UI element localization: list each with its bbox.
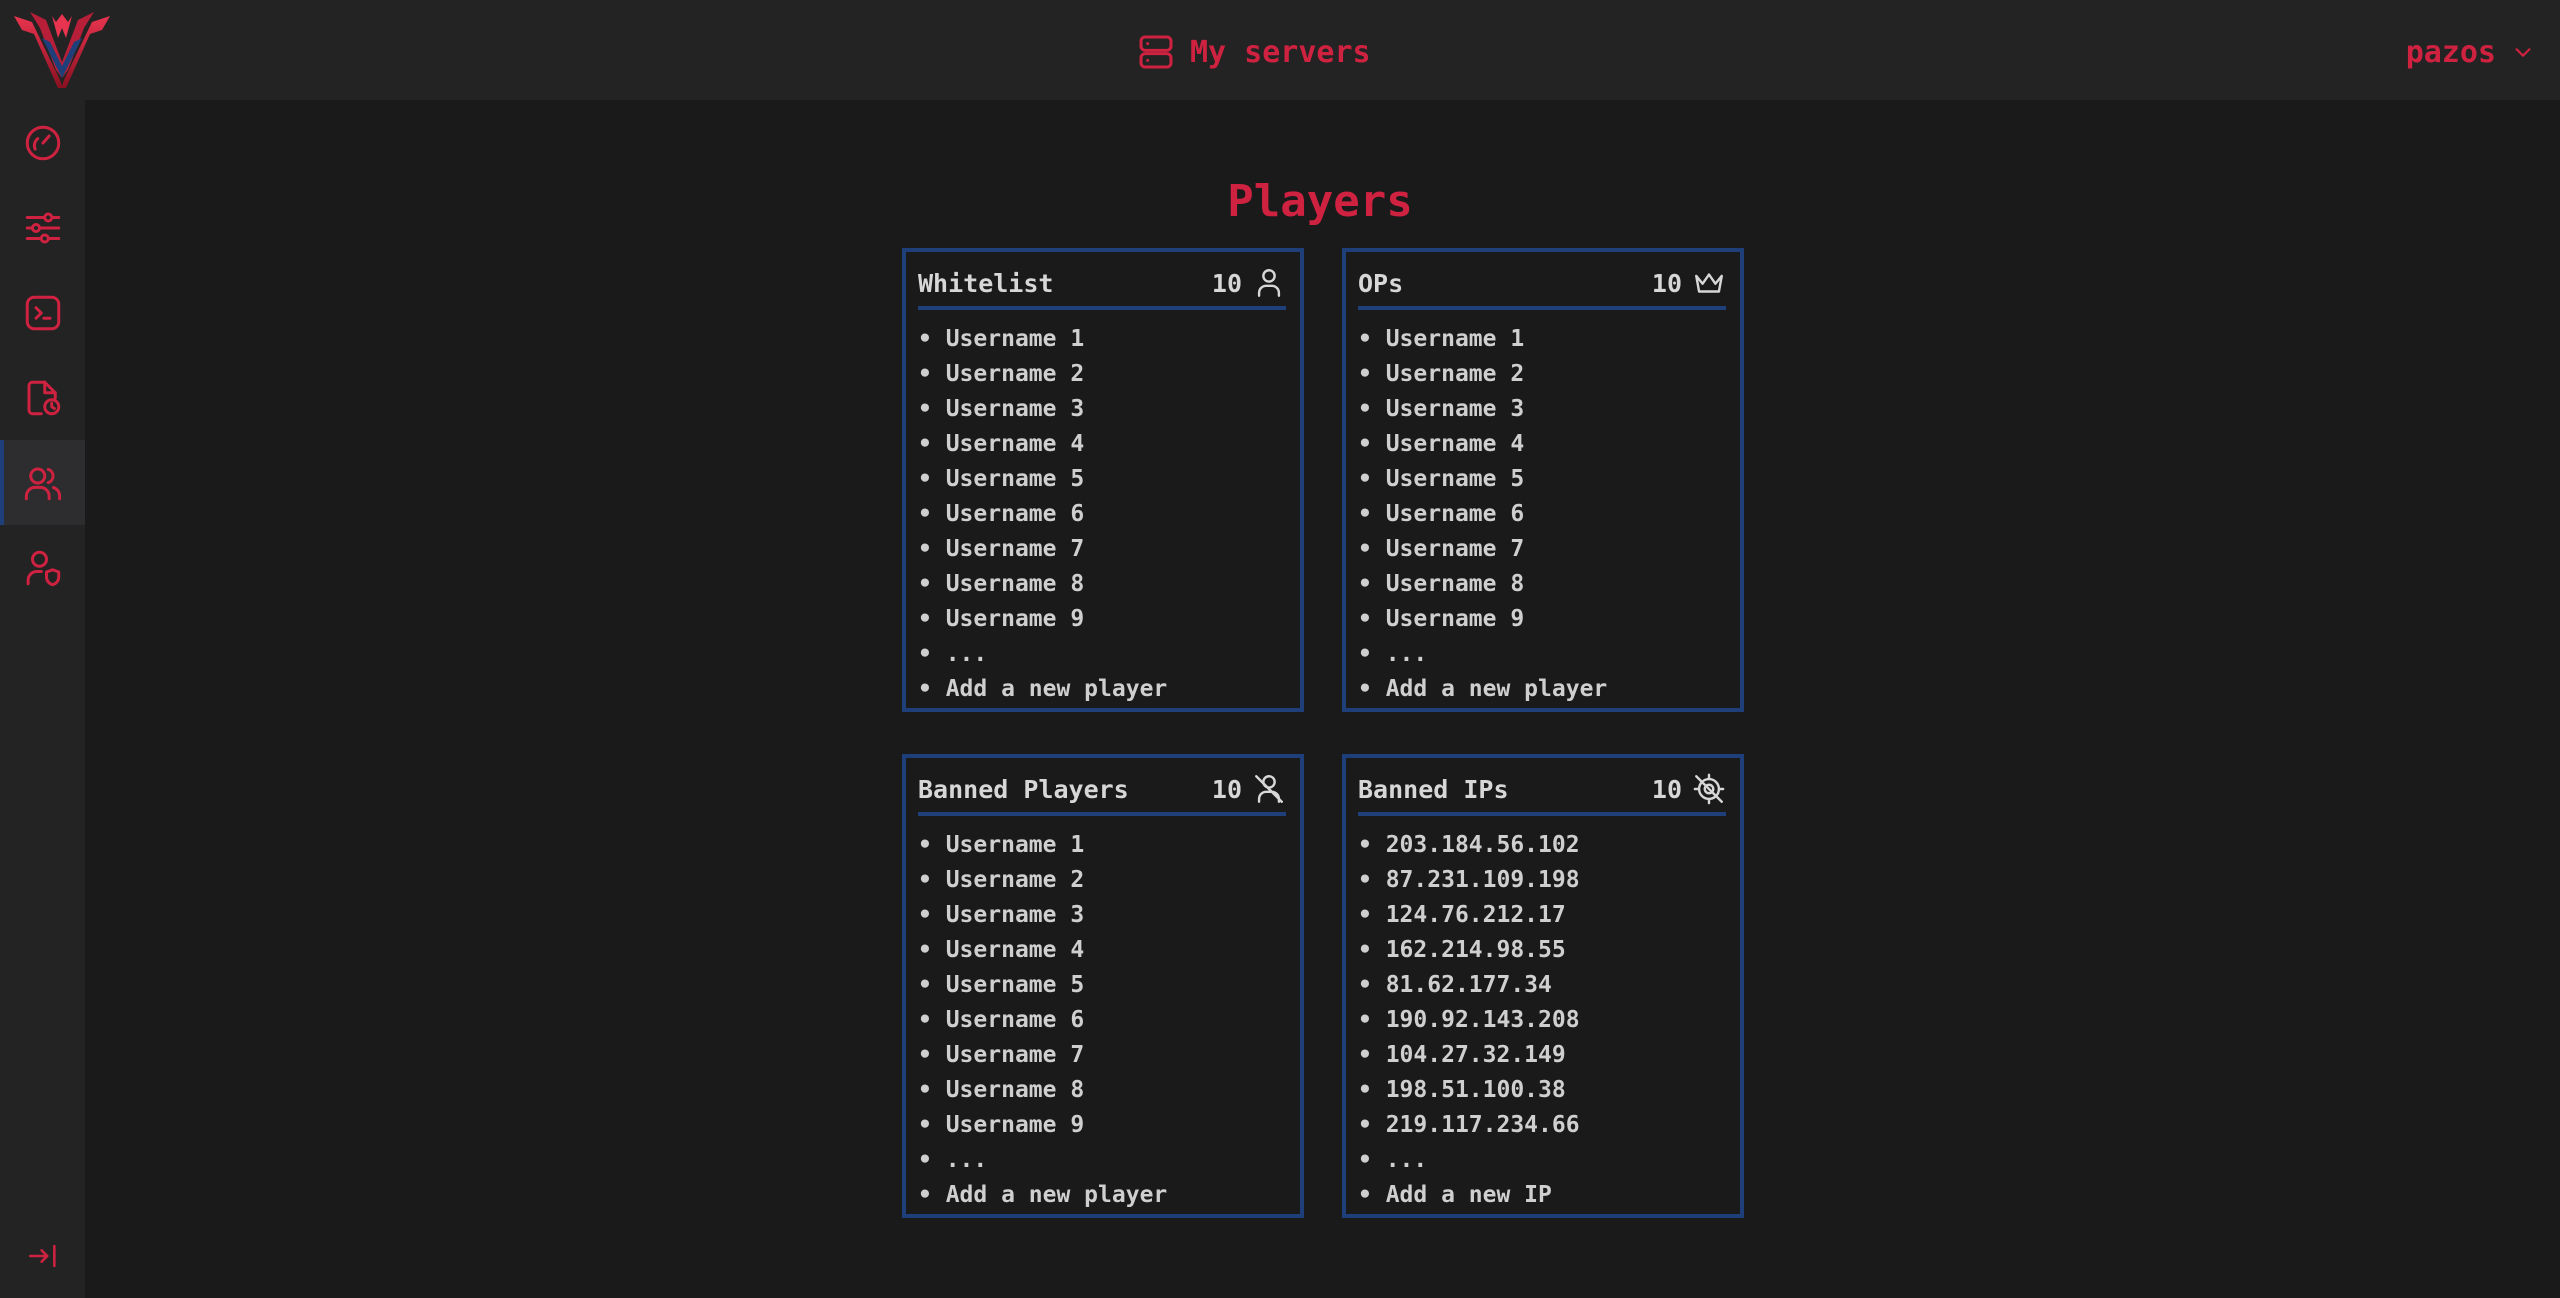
card-header: OPs 10 <box>1358 260 1726 310</box>
sidebar-item-files[interactable] <box>0 355 85 440</box>
my-servers-button[interactable]: My servers <box>1136 30 1371 74</box>
dashboard-gauge-icon <box>25 125 60 160</box>
location-off-icon <box>1693 773 1725 805</box>
sidebar-item-dashboard[interactable] <box>0 100 85 185</box>
chevron-down-icon <box>2515 48 2531 57</box>
console-terminal-icon <box>25 295 60 330</box>
list-item[interactable]: Username 4 <box>918 933 1167 968</box>
list-item[interactable]: Username 4 <box>918 427 1167 462</box>
header-title: My servers <box>1190 34 1371 70</box>
list-item[interactable]: Username 6 <box>1358 497 1607 532</box>
sidebar-item-permissions[interactable] <box>0 525 85 610</box>
list-item[interactable]: Username 2 <box>1358 357 1607 392</box>
user-menu[interactable]: pazos <box>2406 30 2534 74</box>
list-item[interactable]: Username 9 <box>1358 602 1607 637</box>
count-value: 10 <box>1651 268 1682 298</box>
user-icon <box>1257 269 1281 297</box>
add-player-button[interactable]: Add a new player <box>918 672 1168 707</box>
player-list: Username 1 Username 2 Username 3 Usernam… <box>918 322 1168 707</box>
list-item[interactable]: Username 1 <box>918 828 1167 863</box>
logo-icon[interactable] <box>12 8 112 92</box>
top-bar: My servers pazos <box>0 0 2560 100</box>
player-list: Username 1 Username 2 Username 3 Usernam… <box>1358 322 1608 707</box>
banned-ips-card: Banned IPs 10 203.184.56.102 87.231.109.… <box>1342 754 1744 1218</box>
list-item[interactable]: Username 3 <box>918 392 1167 427</box>
list-item[interactable]: Username 3 <box>918 898 1167 933</box>
list-item[interactable]: 203.184.56.102 <box>1358 828 1580 863</box>
list-item[interactable]: Username 6 <box>918 497 1167 532</box>
sidebar-collapse-button[interactable] <box>0 1213 85 1298</box>
server-icon <box>1139 35 1173 69</box>
ip-list: 203.184.56.102 87.231.109.198 124.76.212… <box>1358 828 1580 1213</box>
crown-icon <box>1695 273 1723 293</box>
card-header: Whitelist 10 <box>918 260 1286 310</box>
list-more[interactable]: ... <box>1358 1143 1580 1178</box>
list-item[interactable]: Username 9 <box>918 602 1167 637</box>
list-item[interactable]: Username 6 <box>918 1003 1167 1038</box>
count-value: 10 <box>1651 774 1682 804</box>
add-player-button[interactable]: Add a new player <box>1358 672 1608 707</box>
settings-sliders-icon <box>25 212 60 243</box>
user-banned-icon <box>1255 775 1283 803</box>
list-more[interactable]: ... <box>918 637 1167 672</box>
players-users-icon <box>24 467 61 500</box>
list-item[interactable]: Username 9 <box>918 1108 1167 1143</box>
card-title: OPs <box>1358 268 1404 298</box>
player-list: Username 1 Username 2 Username 3 Usernam… <box>918 828 1168 1213</box>
card-title: Whitelist <box>918 268 1054 298</box>
list-item[interactable]: 124.76.212.17 <box>1358 898 1580 933</box>
list-item[interactable]: 81.62.177.34 <box>1358 968 1580 1003</box>
sidebar-item-settings[interactable] <box>0 185 85 270</box>
card-title: Banned Players <box>918 774 1129 804</box>
page-title: Players <box>1227 176 1413 227</box>
sidebar <box>0 100 85 1298</box>
list-item[interactable]: Username 7 <box>1358 532 1607 567</box>
list-item[interactable]: 104.27.32.149 <box>1358 1038 1580 1073</box>
list-more[interactable]: ... <box>918 1143 1167 1178</box>
card-title: Banned IPs <box>1358 774 1509 804</box>
list-item[interactable]: Username 2 <box>918 863 1167 898</box>
card-header: Banned IPs 10 <box>1358 766 1726 816</box>
list-item[interactable]: Username 7 <box>918 1038 1167 1073</box>
list-item[interactable]: Username 1 <box>1358 322 1607 357</box>
files-icon <box>27 380 60 415</box>
list-item[interactable]: 198.51.100.38 <box>1358 1073 1580 1108</box>
list-item[interactable]: Username 2 <box>918 357 1167 392</box>
username-label: pazos <box>2405 34 2496 70</box>
list-item[interactable]: Username 8 <box>918 1073 1167 1108</box>
list-item[interactable]: Username 5 <box>918 968 1167 1003</box>
card-header: Banned Players 10 <box>918 766 1286 816</box>
list-item[interactable]: Username 7 <box>918 532 1167 567</box>
list-item[interactable]: 190.92.143.208 <box>1358 1003 1580 1038</box>
card-count: 10 <box>1212 266 1286 300</box>
list-item[interactable]: Username 4 <box>1358 427 1607 462</box>
list-item[interactable]: 219.117.234.66 <box>1358 1108 1580 1143</box>
list-item[interactable]: 87.231.109.198 <box>1358 863 1580 898</box>
list-item[interactable]: Username 3 <box>1358 392 1607 427</box>
banned-players-card: Banned Players 10 Username 1 Username 2 … <box>902 754 1304 1218</box>
sidebar-item-console[interactable] <box>0 270 85 355</box>
card-count: 10 <box>1212 772 1286 806</box>
add-ip-button[interactable]: Add a new IP <box>1358 1178 1580 1213</box>
count-value: 10 <box>1211 774 1242 804</box>
count-value: 10 <box>1211 268 1242 298</box>
list-item[interactable]: 162.214.98.55 <box>1358 933 1580 968</box>
user-shield-icon <box>26 550 60 586</box>
list-item[interactable]: Username 8 <box>1358 567 1607 602</box>
list-item[interactable]: Username 1 <box>918 322 1167 357</box>
card-count: 10 <box>1652 266 1726 300</box>
list-item[interactable]: Username 5 <box>1358 462 1607 497</box>
add-player-button[interactable]: Add a new player <box>918 1178 1168 1213</box>
list-more[interactable]: ... <box>1358 637 1607 672</box>
list-item[interactable]: Username 5 <box>918 462 1167 497</box>
card-count: 10 <box>1652 772 1726 806</box>
sidebar-item-players[interactable] <box>0 440 85 525</box>
collapse-arrow-icon <box>28 1244 56 1267</box>
list-item[interactable]: Username 8 <box>918 567 1167 602</box>
ops-card: OPs 10 Username 1 Username 2 Username 3 … <box>1342 248 1744 712</box>
whitelist-card: Whitelist 10 Username 1 Username 2 Usern… <box>902 248 1304 712</box>
